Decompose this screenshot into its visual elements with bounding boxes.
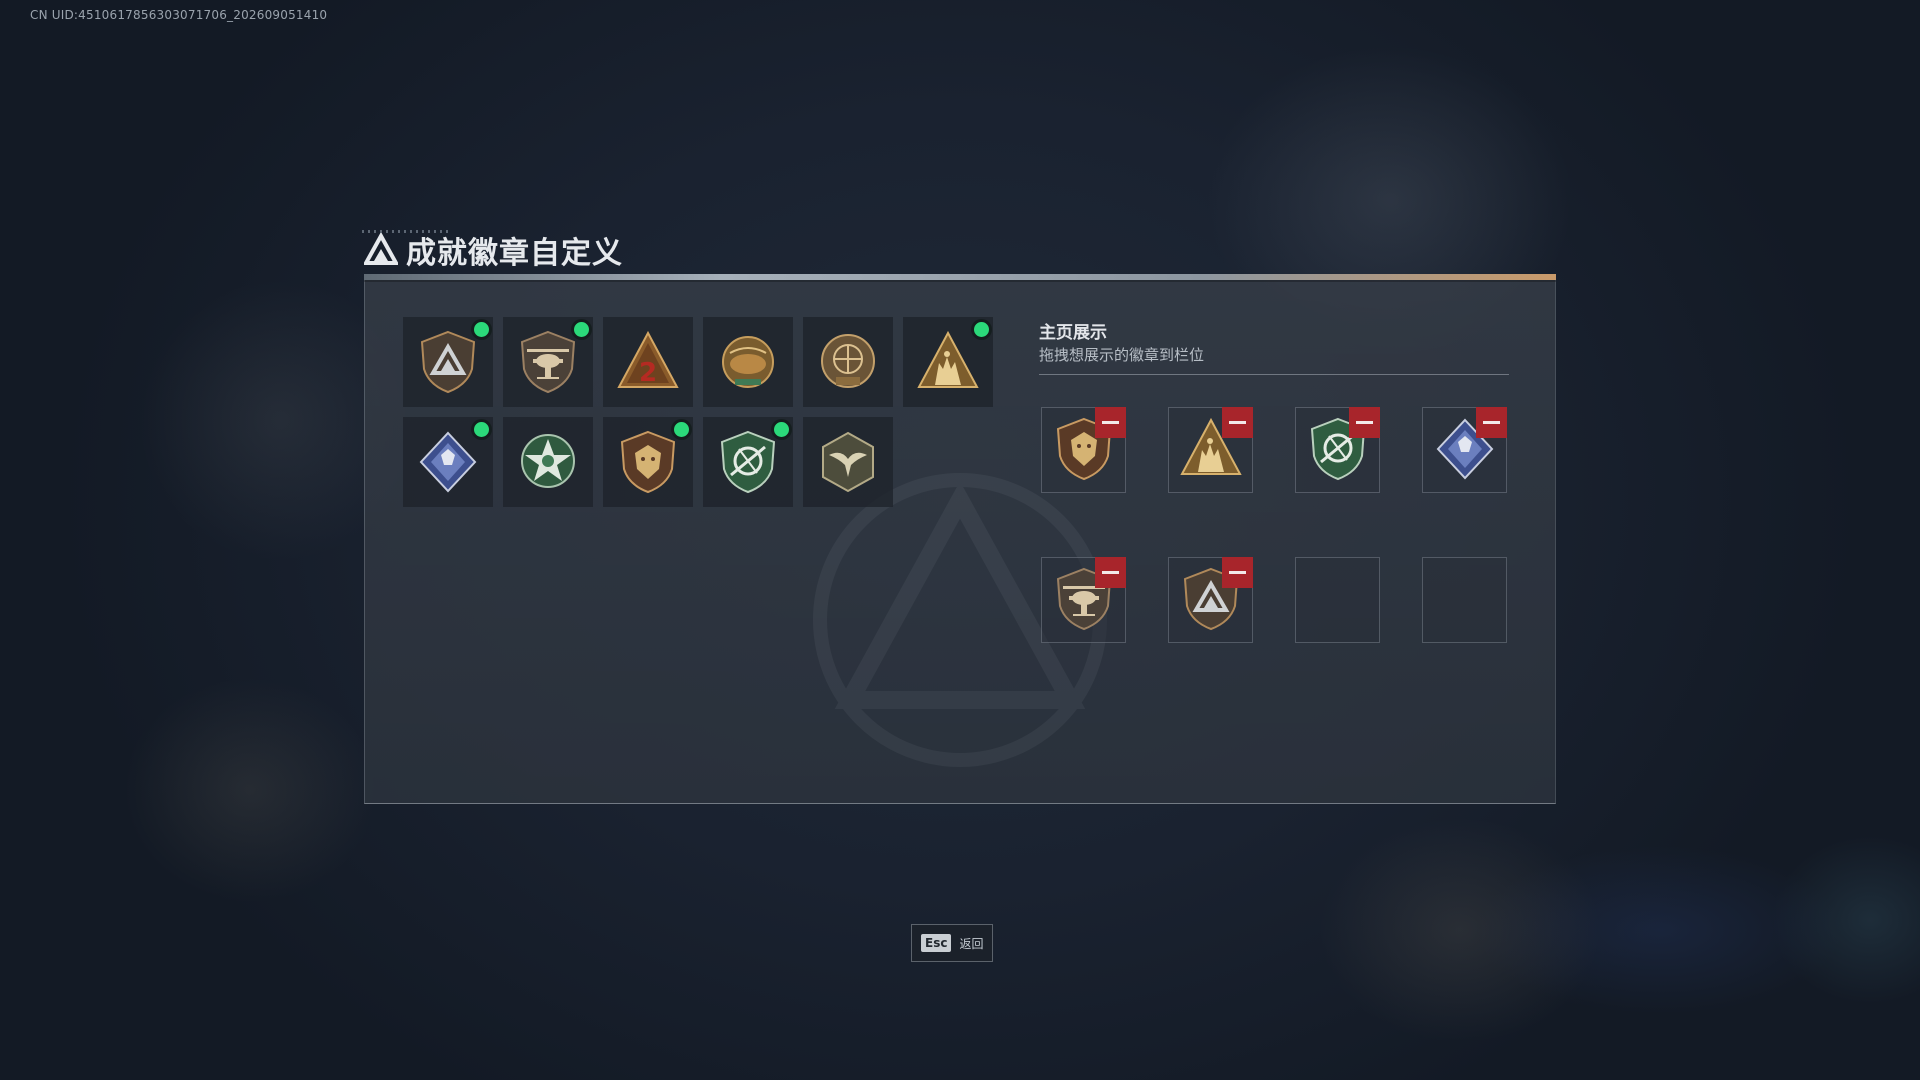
remove-minus-icon[interactable] [1349, 407, 1380, 438]
panel-top-bar [364, 274, 1556, 280]
remove-minus-icon[interactable] [1222, 557, 1253, 588]
new-indicator-dot [674, 422, 689, 437]
showcase-divider [1039, 374, 1509, 375]
badge-soldiers-triangle[interactable] [903, 317, 993, 407]
showcase-slot[interactable] [1168, 407, 1253, 493]
back-label: 返回 [959, 936, 984, 951]
season-2025-seal-icon [817, 329, 879, 395]
uid-label: CN UID:4510617856303071706_202609051410 [30, 8, 328, 22]
badge-lion-shield[interactable] [603, 417, 693, 507]
showcase-slot[interactable] [1295, 407, 1380, 493]
esc-key-hint: Esc [921, 934, 952, 952]
new-indicator-dot [474, 322, 489, 337]
green-rotor-shield-icon [717, 429, 779, 495]
badge-green-star[interactable] [503, 417, 593, 507]
soldiers-triangle-icon [917, 329, 979, 395]
showcase-subtitle: 拖拽想展示的徽章到栏位 [1039, 346, 1205, 364]
remove-minus-icon[interactable] [1095, 557, 1126, 588]
showcase-slots [1041, 407, 1507, 643]
showcase-slot-empty[interactable] [1295, 557, 1380, 643]
delta-shield-icon [417, 329, 479, 395]
new-indicator-dot [474, 422, 489, 437]
showcase-slot-empty[interactable] [1422, 557, 1507, 643]
showcase-slot[interactable] [1168, 557, 1253, 643]
page-title: 成就徽章自定义 [406, 236, 623, 271]
showcase-slot[interactable] [1422, 407, 1507, 493]
new-indicator-dot [774, 422, 789, 437]
window-header: 成就徽章自定义 [364, 228, 623, 272]
remove-minus-icon[interactable] [1222, 407, 1253, 438]
showcase-slot[interactable] [1041, 557, 1126, 643]
new-indicator-dot [974, 322, 989, 337]
badge-eagle-hexagon[interactable] [803, 417, 893, 507]
badge-crystal-diamond[interactable] [403, 417, 493, 507]
back-button[interactable]: Esc 返回 [911, 924, 993, 962]
delta-logo-icon [364, 233, 398, 267]
crystal-diamond-icon [417, 429, 479, 495]
badge-green-rotor-shield[interactable] [703, 417, 793, 507]
badge-delta-force-gold[interactable] [703, 317, 793, 407]
badge-collection-grid [403, 317, 993, 507]
badge-helicopter[interactable] [503, 317, 593, 407]
lion-shield-icon [617, 429, 679, 495]
badge-number-2[interactable] [603, 317, 693, 407]
badge-season-2025[interactable] [803, 317, 893, 407]
new-indicator-dot [574, 322, 589, 337]
showcase-title: 主页展示 [1039, 323, 1107, 343]
badge-delta-shield[interactable] [403, 317, 493, 407]
number-two-triangle-icon [617, 329, 679, 395]
green-star-icon [517, 429, 579, 495]
remove-minus-icon[interactable] [1476, 407, 1507, 438]
helicopter-icon [517, 329, 579, 395]
eagle-hexagon-icon [817, 429, 879, 495]
remove-minus-icon[interactable] [1095, 407, 1126, 438]
delta-force-seal-icon [717, 329, 779, 395]
showcase-slot[interactable] [1041, 407, 1126, 493]
